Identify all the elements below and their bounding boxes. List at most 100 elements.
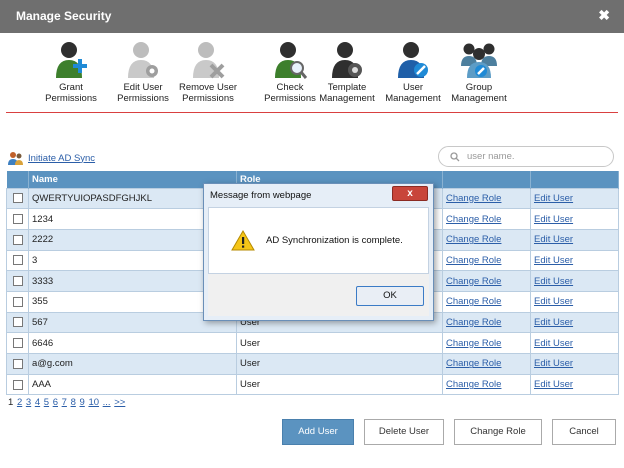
edit-user-link[interactable]: Edit User (534, 214, 573, 225)
page-more-link[interactable]: ... (103, 397, 111, 408)
change-role-link[interactable]: Change Role (446, 214, 501, 225)
change-role-link[interactable]: Change Role (446, 296, 501, 307)
edit-user-cell: Edit User (530, 228, 619, 251)
row-checkbox-cell (6, 187, 29, 210)
page-link[interactable]: 3 (26, 397, 31, 408)
name-cell: AAA (28, 373, 237, 396)
edit-user-column-header (530, 171, 619, 188)
page-link[interactable]: 9 (80, 397, 85, 408)
select-column-header (6, 171, 29, 188)
row-checkbox[interactable] (13, 276, 23, 287)
row-checkbox-cell (6, 332, 29, 354)
edit-user-link[interactable]: Edit User (534, 193, 573, 204)
change-role-column-header (442, 171, 531, 188)
initiate-ad-sync-label: Initiate AD Sync (28, 152, 96, 164)
row-checkbox[interactable] (13, 214, 23, 225)
edit-user-link[interactable]: Edit User (534, 296, 573, 307)
edit-user-link[interactable]: Edit User (534, 379, 573, 390)
row-checkbox-cell (6, 353, 29, 375)
row-checkbox[interactable] (13, 193, 23, 204)
dialog-close-button[interactable]: x (392, 186, 428, 201)
users-sync-icon (8, 151, 23, 165)
row-checkbox[interactable] (13, 317, 23, 328)
user-template-icon (332, 42, 362, 78)
change-role-button[interactable]: Change Role (454, 419, 542, 445)
edit-user-link[interactable]: Edit User (534, 276, 573, 287)
change-role-cell: Change Role (442, 208, 531, 230)
change-role-link[interactable]: Change Role (446, 193, 501, 204)
role-cell: User (236, 332, 443, 354)
edit-user-permissions-label: Edit User Permissions (117, 82, 169, 104)
pager: 1 2 3 4 5 6 7 8 9 10 ... >> (8, 397, 126, 408)
change-role-cell: Change Role (442, 187, 531, 210)
page-link[interactable]: 5 (44, 397, 49, 408)
edit-user-link[interactable]: Edit User (534, 338, 573, 349)
edit-user-cell: Edit User (530, 311, 619, 334)
row-checkbox-cell (6, 208, 29, 230)
edit-user-link[interactable]: Edit User (534, 358, 573, 369)
page-link[interactable]: 10 (88, 397, 99, 408)
change-role-link[interactable]: Change Role (446, 255, 501, 266)
row-checkbox-cell (6, 290, 29, 313)
window-titlebar: Manage Security ✖ (0, 0, 624, 33)
message-dialog: Message from webpage x AD Synchronizatio… (203, 183, 434, 321)
search-input[interactable] (467, 149, 607, 164)
page-current: 1 (8, 397, 14, 408)
row-checkbox[interactable] (13, 379, 23, 390)
row-checkbox-cell (6, 249, 29, 272)
page-link[interactable]: 7 (62, 397, 67, 408)
grant-permissions-button[interactable]: Grant Permissions (36, 40, 106, 104)
change-role-cell: Change Role (442, 249, 531, 272)
group-management-button[interactable]: Group Management (444, 40, 514, 104)
row-checkbox[interactable] (13, 234, 23, 245)
change-role-link[interactable]: Change Role (446, 379, 501, 390)
change-role-link[interactable]: Change Role (446, 338, 501, 349)
page-next-link[interactable]: >> (114, 397, 125, 408)
user-search-box[interactable] (438, 146, 614, 167)
edit-user-cell: Edit User (530, 270, 619, 292)
dialog-message: AD Synchronization is complete. (266, 235, 403, 246)
user-management-button[interactable]: User Management (378, 40, 448, 104)
role-cell: User (236, 373, 443, 396)
edit-user-cell: Edit User (530, 353, 619, 375)
change-role-link[interactable]: Change Role (446, 358, 501, 369)
template-management-button[interactable]: Template Management (312, 40, 382, 104)
edit-user-link[interactable]: Edit User (534, 234, 573, 245)
row-checkbox[interactable] (13, 296, 23, 307)
dialog-body: AD Synchronization is complete. (208, 207, 429, 274)
initiate-ad-sync-link[interactable]: Initiate AD Sync (8, 150, 95, 166)
row-checkbox[interactable] (13, 358, 23, 369)
delete-user-button[interactable]: Delete User (364, 419, 444, 445)
row-checkbox-cell (6, 373, 29, 396)
change-role-link[interactable]: Change Role (446, 276, 501, 287)
name-cell: 6646 (28, 332, 237, 354)
page-link[interactable]: 6 (53, 397, 58, 408)
change-role-cell: Change Role (442, 353, 531, 375)
row-checkbox-cell (6, 228, 29, 251)
row-checkbox-cell (6, 311, 29, 334)
dialog-footer: OK (208, 274, 429, 316)
change-role-link[interactable]: Change Role (446, 234, 501, 245)
edit-user-cell: Edit User (530, 373, 619, 396)
page-link[interactable]: 2 (17, 397, 22, 408)
remove-user-permissions-button[interactable]: Remove User Permissions (173, 40, 243, 104)
change-role-cell: Change Role (442, 290, 531, 313)
add-user-button[interactable]: Add User (282, 419, 354, 445)
table-row: a@g.com User Change Role Edit User (6, 353, 619, 375)
edit-user-link[interactable]: Edit User (534, 317, 573, 328)
cancel-button[interactable]: Cancel (552, 419, 616, 445)
group-management-label: Group Management (451, 82, 507, 104)
toolbar-divider (6, 112, 618, 113)
change-role-link[interactable]: Change Role (446, 317, 501, 328)
row-checkbox[interactable] (13, 338, 23, 349)
edit-user-cell: Edit User (530, 332, 619, 354)
ok-button[interactable]: OK (356, 286, 424, 306)
row-checkbox[interactable] (13, 255, 23, 266)
page-link[interactable]: 8 (71, 397, 76, 408)
edit-user-cell: Edit User (530, 208, 619, 230)
edit-user-permissions-button[interactable]: Edit User Permissions (108, 40, 178, 104)
close-icon[interactable]: ✖ (598, 7, 610, 24)
page-link[interactable]: 4 (35, 397, 40, 408)
edit-user-link[interactable]: Edit User (534, 255, 573, 266)
toolbar: Grant Permissions Edit User Permissions Re… (0, 40, 624, 112)
